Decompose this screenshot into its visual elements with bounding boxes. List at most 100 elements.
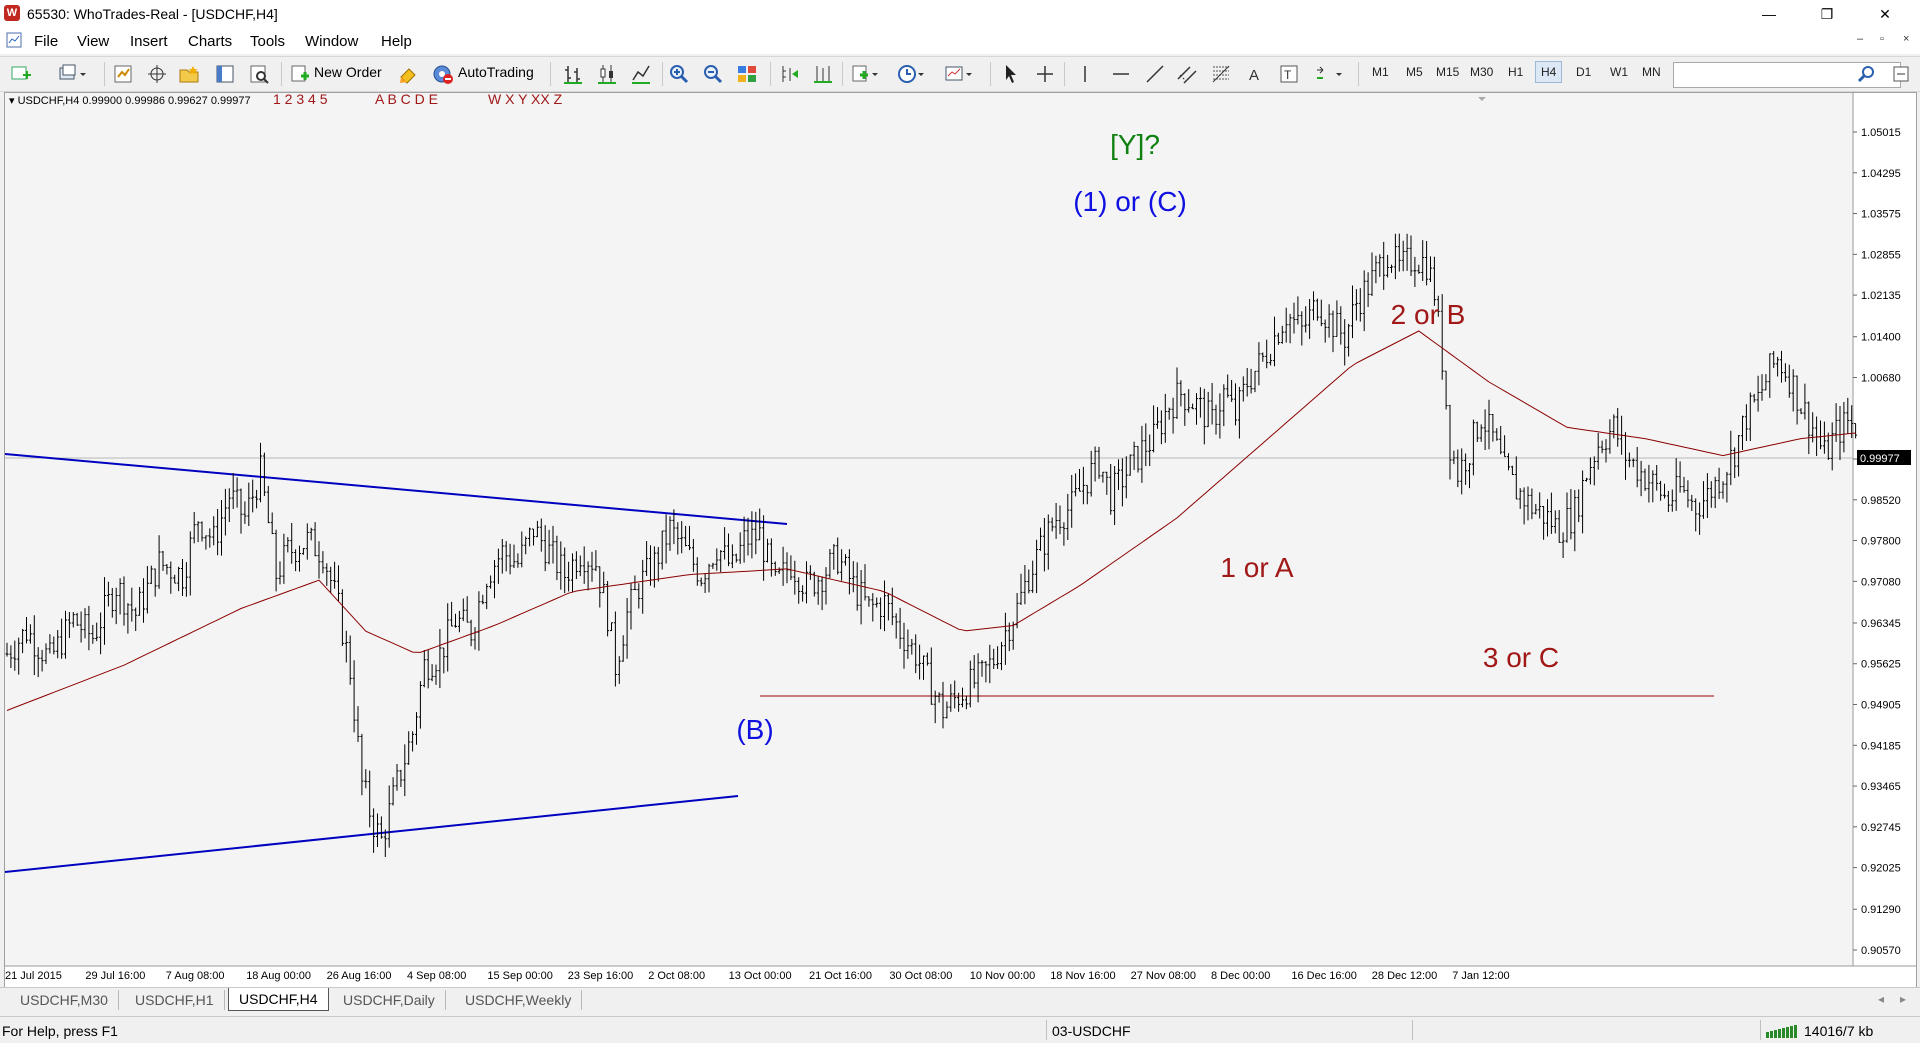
tab-usdchf-m30[interactable]: USDCHF,M30 bbox=[10, 990, 119, 1010]
chart-header: ▾ USDCHF,H4 0.99900 0.99986 0.99627 0.99… bbox=[9, 95, 251, 107]
vertical-line-icon[interactable] bbox=[1074, 63, 1096, 85]
main-toolbar: New Order AutoTrading A T M1 M5 M15 M30 … bbox=[0, 56, 1920, 92]
price-tick-label: 0.90570 bbox=[1861, 945, 1901, 957]
toolbar-expand-icon[interactable] bbox=[1890, 63, 1912, 85]
menu-insert[interactable]: Insert bbox=[130, 33, 168, 50]
zoom-out-icon[interactable] bbox=[702, 63, 724, 85]
wave-labels-numeric[interactable]: 1 2 3 4 5 bbox=[273, 93, 328, 107]
new-order-button[interactable]: New Order bbox=[314, 64, 382, 80]
folder-star-icon[interactable] bbox=[178, 63, 200, 85]
window-title: 65530: WhoTrades-Real - [USDCHF,H4] bbox=[27, 6, 278, 22]
timeframe-m1[interactable]: M1 bbox=[1372, 65, 1389, 79]
label-one-or-a[interactable]: 1 or A bbox=[1220, 552, 1293, 583]
label-one-or-c[interactable]: (1) or (C) bbox=[1073, 186, 1187, 217]
time-tick-label: 27 Nov 08:00 bbox=[1131, 970, 1196, 982]
time-tick-label: 21 Jul 2015 bbox=[5, 970, 62, 982]
time-tick-label: 16 Dec 16:00 bbox=[1291, 970, 1356, 982]
price-tick-label: 0.92745 bbox=[1861, 822, 1901, 834]
periods-clock-icon[interactable] bbox=[896, 63, 928, 85]
price-tick-label: 0.92025 bbox=[1861, 863, 1901, 875]
menu-bar: File View Insert Charts Tools Window Hel… bbox=[0, 28, 1920, 54]
label-b[interactable]: (B) bbox=[736, 714, 773, 745]
strategy-tester-icon[interactable] bbox=[248, 63, 270, 85]
menu-tools[interactable]: Tools bbox=[250, 33, 285, 50]
time-tick-label: 30 Oct 08:00 bbox=[889, 970, 952, 982]
title-bar: W 65530: WhoTrades-Real - [USDCHF,H4] — … bbox=[0, 0, 1920, 28]
chart-area[interactable]: ▾ USDCHF,H4 0.99900 0.99986 0.99627 0.99… bbox=[4, 92, 1917, 988]
tabs-scroll-right-icon[interactable]: ▸ bbox=[1900, 992, 1906, 1006]
fibonacci-icon[interactable] bbox=[1210, 63, 1232, 85]
new-order-icon[interactable] bbox=[289, 63, 311, 85]
timeframe-mn[interactable]: MN bbox=[1642, 65, 1661, 79]
connection-bars-icon bbox=[1766, 1025, 1797, 1038]
timeframe-h4[interactable]: H4 bbox=[1535, 61, 1563, 83]
time-tick-label: 29 Jul 16:00 bbox=[85, 970, 145, 982]
price-tick-label: 0.98520 bbox=[1861, 495, 1901, 507]
restore-button[interactable]: ❐ bbox=[1804, 0, 1850, 28]
timeframe-d1[interactable]: D1 bbox=[1576, 65, 1591, 79]
app-icon: W bbox=[4, 5, 20, 21]
menu-charts[interactable]: Charts bbox=[188, 33, 232, 50]
time-tick-label: 23 Sep 16:00 bbox=[568, 970, 633, 982]
text-label-icon[interactable]: T bbox=[1278, 63, 1300, 85]
text-icon[interactable]: A bbox=[1244, 63, 1266, 85]
zoom-in-icon[interactable] bbox=[668, 63, 690, 85]
mdi-close-button[interactable]: × bbox=[1903, 33, 1909, 45]
indicators-icon[interactable] bbox=[850, 63, 882, 85]
templates-icon[interactable] bbox=[944, 63, 976, 85]
new-chart-icon[interactable] bbox=[10, 63, 32, 85]
profiles-icon[interactable] bbox=[58, 63, 88, 85]
trendline-icon[interactable] bbox=[1144, 63, 1166, 85]
autoscroll-icon[interactable] bbox=[812, 63, 834, 85]
equidistant-channel-icon[interactable] bbox=[1176, 63, 1198, 85]
autotrading-button[interactable]: AutoTrading bbox=[458, 64, 534, 80]
navigator-icon[interactable] bbox=[214, 63, 236, 85]
crosshair-icon[interactable] bbox=[1034, 63, 1056, 85]
chart-shift-icon[interactable] bbox=[778, 63, 800, 85]
price-axis: 1.05015 1.04295 1.03575 1.02855 1.02135 1.014… bbox=[1853, 127, 1901, 957]
tabs-scroll-left-icon[interactable]: ◂ bbox=[1878, 992, 1884, 1006]
tab-usdchf-daily[interactable]: USDCHF,Daily bbox=[333, 990, 446, 1010]
menu-help[interactable]: Help bbox=[381, 33, 412, 50]
candlestick-icon[interactable] bbox=[596, 63, 618, 85]
price-tick-label: 0.94905 bbox=[1861, 700, 1901, 712]
line-chart-icon[interactable] bbox=[630, 63, 652, 85]
crosshair-nav-icon[interactable] bbox=[146, 63, 168, 85]
price-tick-label: 0.96345 bbox=[1861, 618, 1901, 630]
arrows-icon[interactable] bbox=[1314, 63, 1346, 85]
horizontal-line-icon[interactable] bbox=[1110, 63, 1132, 85]
cursor-icon[interactable] bbox=[1000, 63, 1022, 85]
tab-usdchf-h4[interactable]: USDCHF,H4 bbox=[228, 988, 329, 1011]
label-three-or-c[interactable]: 3 or C bbox=[1483, 642, 1559, 673]
label-y-top[interactable]: [Y]? bbox=[1110, 129, 1160, 160]
autotrading-icon[interactable] bbox=[432, 63, 454, 85]
search-icon[interactable] bbox=[1856, 63, 1878, 85]
collapse-arrow-icon: ▾ bbox=[9, 95, 18, 107]
market-watch-icon[interactable] bbox=[112, 63, 134, 85]
bar-chart-icon[interactable] bbox=[562, 63, 584, 85]
menu-window[interactable]: Window bbox=[305, 33, 358, 50]
chart-tabs: USDCHF,M30 USDCHF,H1 USDCHF,H4 USDCHF,Da… bbox=[0, 987, 1920, 1014]
timeframe-m5[interactable]: M5 bbox=[1406, 65, 1423, 79]
wave-labels-combo[interactable]: W X Y XX Z bbox=[488, 93, 563, 107]
menu-view[interactable]: View bbox=[77, 33, 109, 50]
timeframe-m15[interactable]: M15 bbox=[1436, 65, 1459, 79]
price-tick-label: 1.05015 bbox=[1861, 127, 1901, 139]
time-axis: 21 Jul 2015 29 Jul 16:00 7 Aug 08:00 18 Aug… bbox=[5, 970, 1510, 982]
menu-file[interactable]: File bbox=[34, 33, 58, 50]
tab-usdchf-h1[interactable]: USDCHF,H1 bbox=[125, 990, 225, 1010]
wave-labels-letters[interactable]: A B C D E bbox=[375, 93, 438, 107]
minimize-button[interactable]: — bbox=[1746, 0, 1792, 28]
timeframe-m30[interactable]: M30 bbox=[1470, 65, 1493, 79]
metaeditor-icon[interactable] bbox=[398, 63, 420, 85]
mdi-minimize-button[interactable]: – bbox=[1857, 33, 1863, 45]
label-two-or-b[interactable]: 2 or B bbox=[1391, 299, 1466, 330]
timeframe-h1[interactable]: H1 bbox=[1508, 65, 1523, 79]
tile-windows-icon[interactable] bbox=[736, 63, 758, 85]
close-button[interactable]: ✕ bbox=[1862, 0, 1908, 28]
price-tick-label: 0.97080 bbox=[1861, 576, 1901, 588]
price-tick-label: 1.02135 bbox=[1861, 290, 1901, 302]
tab-usdchf-weekly[interactable]: USDCHF,Weekly bbox=[455, 990, 583, 1010]
mdi-restore-button[interactable]: ▫ bbox=[1880, 33, 1884, 45]
timeframe-w1[interactable]: W1 bbox=[1610, 65, 1628, 79]
